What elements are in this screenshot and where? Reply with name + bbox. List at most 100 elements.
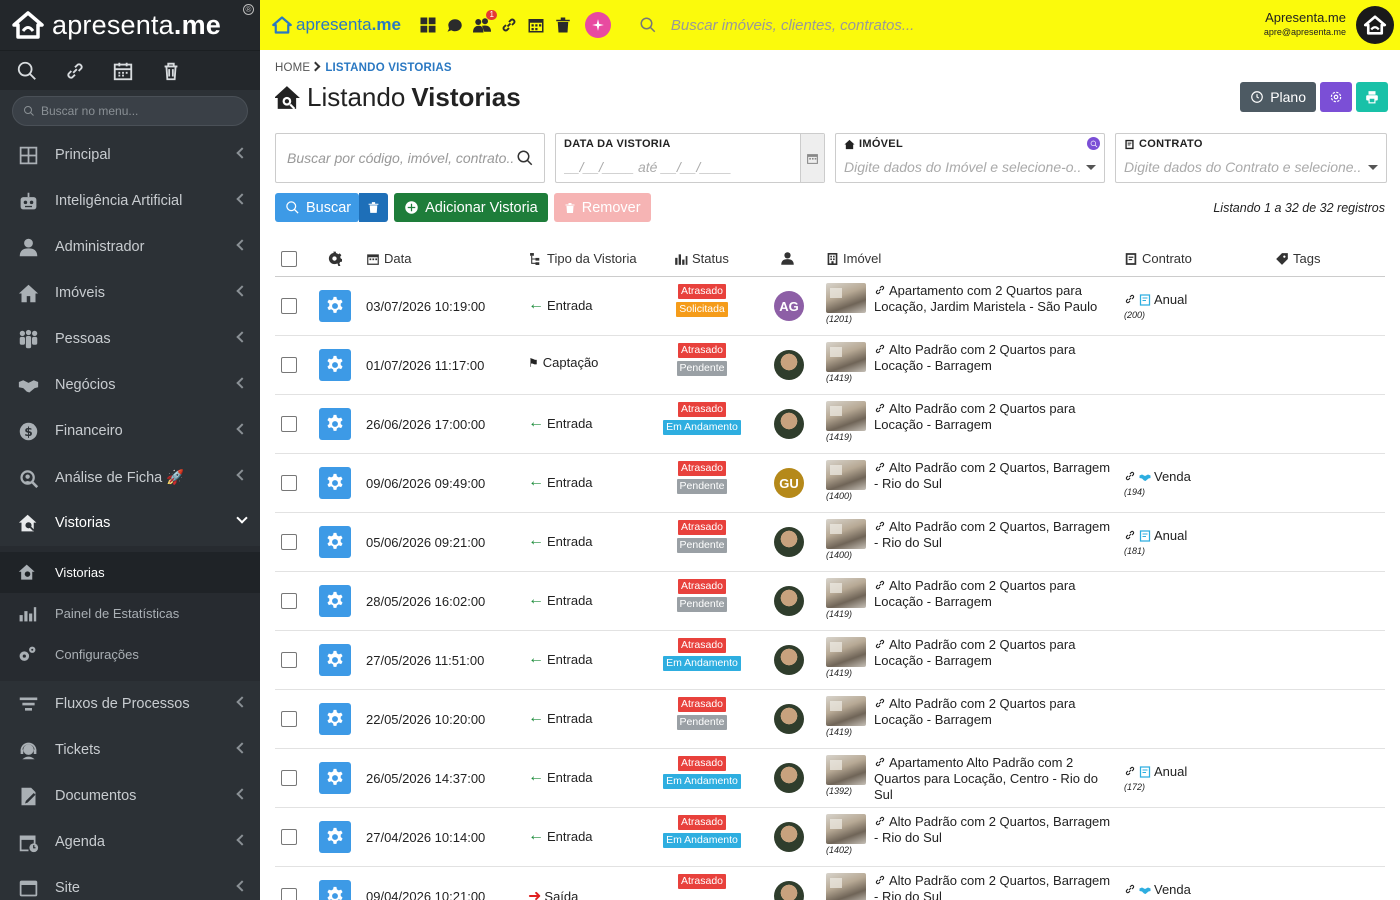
property-cell[interactable]: (1400) Alto Padrão com 2 Quartos, Barrage… [826, 460, 1114, 501]
print-button[interactable] [1356, 82, 1388, 112]
row-settings-button[interactable] [319, 526, 351, 558]
avatar[interactable] [774, 586, 804, 616]
contract-cell[interactable]: Venda (194) [1124, 469, 1191, 497]
row-checkbox[interactable] [281, 652, 297, 668]
row-settings-button[interactable] [319, 644, 351, 676]
row-checkbox[interactable] [281, 475, 297, 491]
row-settings-button[interactable] [319, 880, 351, 900]
chat-icon[interactable] [446, 16, 465, 35]
people-icon[interactable]: 1 [473, 9, 497, 35]
avatar[interactable] [774, 704, 804, 734]
property-thumbnail[interactable] [826, 814, 866, 844]
row-settings-button[interactable] [319, 290, 351, 322]
property-cell[interactable]: (1419) Alto Padrão com 2 Quartos para Loc… [826, 637, 1114, 678]
property-cell[interactable]: (1402) Alto Padrão com 2 Quartos, Barrage… [826, 814, 1114, 855]
sidebar-item-pessoas[interactable]: Pessoas [0, 316, 260, 362]
contract-cell[interactable]: Anual (181) [1124, 528, 1187, 556]
table-row[interactable]: 09/04/2026 10:21:00 ➜ Saída Atrasado Alto Pa… [275, 867, 1385, 900]
property-thumbnail[interactable] [826, 342, 866, 372]
avatar[interactable] [774, 822, 804, 852]
contract-cell[interactable]: Venda [1124, 882, 1191, 897]
avatar[interactable] [774, 645, 804, 675]
calendar-icon[interactable] [800, 134, 824, 182]
avatar[interactable]: GU [774, 468, 804, 498]
property-thumbnail[interactable] [826, 460, 866, 490]
row-settings-button[interactable] [319, 349, 351, 381]
row-checkbox[interactable] [281, 593, 297, 609]
sidebar-item-administrador[interactable]: Administrador [0, 224, 260, 270]
remove-button[interactable]: Remover [553, 193, 651, 222]
table-row[interactable]: 01/07/2026 11:17:00 ⚑ Captação Atrasado Pend… [275, 336, 1385, 395]
table-row[interactable]: 27/05/2026 11:51:00 ← Entrada Atrasado Em An… [275, 631, 1385, 690]
table-row[interactable]: 03/07/2026 10:19:00 ← Entrada Atrasado Solic… [275, 277, 1385, 336]
vistoria-search-input[interactable]: Buscar por código, imóvel, contrato... [275, 133, 545, 183]
row-settings-button[interactable] [319, 408, 351, 440]
sidebar-item-agenda[interactable]: Agenda [0, 819, 260, 865]
avatar[interactable]: AG [774, 291, 804, 321]
sidebar-item-documentos[interactable]: Documentos [0, 773, 260, 819]
trash-icon[interactable] [160, 60, 182, 82]
sidebar-item-tickets[interactable]: Tickets [0, 727, 260, 773]
property-cell[interactable]: (1400) Alto Padrão com 2 Quartos, Barrage… [826, 519, 1114, 560]
user-info[interactable]: Apresenta.me apre@apresenta.me [1264, 10, 1346, 37]
row-checkbox[interactable] [281, 829, 297, 845]
table-row[interactable]: 28/05/2026 16:02:00 ← Entrada Atrasado Pende… [275, 572, 1385, 631]
contrato-filter[interactable]: CONTRATO Digite dados do Contrato e sele… [1115, 133, 1387, 183]
contract-cell[interactable]: Anual (172) [1124, 764, 1187, 792]
select-all-checkbox[interactable] [281, 250, 297, 267]
table-row[interactable]: 22/05/2026 10:20:00 ← Entrada Atrasado Pende… [275, 690, 1385, 749]
table-row[interactable]: 09/06/2026 09:49:00 ← Entrada Atrasado Pende… [275, 454, 1385, 513]
row-checkbox[interactable] [281, 534, 297, 550]
avatar[interactable] [774, 350, 804, 380]
property-cell[interactable]: (1392) Apartamento Alto Padrão com 2 Quar… [826, 755, 1114, 803]
sidebar-item-negocios[interactable]: Negócios [0, 362, 260, 408]
row-settings-button[interactable] [319, 762, 351, 794]
header-tipo[interactable]: Tipo da Vistoria [547, 251, 637, 266]
calendar-icon[interactable] [527, 16, 546, 35]
link-icon[interactable] [500, 16, 519, 35]
table-row[interactable]: 27/04/2026 10:14:00 ← Entrada Atrasado Em An… [275, 808, 1385, 867]
dashboard-icon[interactable] [419, 16, 438, 35]
property-thumbnail[interactable] [826, 401, 866, 431]
date-range-filter[interactable]: DATA DA VISTORIA __/__/____ até __/__/__… [555, 133, 825, 183]
trash-icon[interactable] [554, 16, 573, 35]
submenu-item-configuracoes[interactable]: Configurações [0, 634, 260, 675]
row-settings-button[interactable] [319, 467, 351, 499]
property-cell[interactable]: (1201) Apartamento com 2 Quartos para Loc… [826, 283, 1114, 324]
header-data[interactable]: Data [384, 251, 411, 266]
contract-cell[interactable]: Anual (200) [1124, 292, 1187, 320]
sidebar-item-site[interactable]: Site [0, 865, 260, 900]
sidebar-item-fluxos[interactable]: Fluxos de Processos [0, 681, 260, 727]
property-thumbnail[interactable] [826, 283, 866, 313]
property-thumbnail[interactable] [826, 696, 866, 726]
property-thumbnail[interactable] [826, 578, 866, 608]
sidebar-search-input[interactable]: Buscar no menu... [12, 96, 248, 126]
row-checkbox[interactable] [281, 298, 297, 314]
row-checkbox[interactable] [281, 416, 297, 432]
property-cell[interactable]: (1419) Alto Padrão com 2 Quartos para Loc… [826, 342, 1114, 383]
sidebar-item-principal[interactable]: Principal [0, 132, 260, 178]
avatar[interactable] [774, 881, 804, 900]
sidebar-item-vistorias[interactable]: Vistorias [0, 500, 260, 546]
submenu-item-estatisticas[interactable]: Painel de Estatísticas [0, 593, 260, 634]
row-checkbox[interactable] [281, 711, 297, 727]
property-cell[interactable]: (1419) Alto Padrão com 2 Quartos para Loc… [826, 401, 1114, 442]
table-row[interactable]: 26/06/2026 17:00:00 ← Entrada Atrasado Em An… [275, 395, 1385, 454]
calendar-icon[interactable] [112, 60, 134, 82]
table-row[interactable]: 26/05/2026 14:37:00 ← Entrada Atrasado Em An… [275, 749, 1385, 808]
top-logo[interactable]: apresenta .me [272, 15, 401, 35]
row-settings-button[interactable] [319, 585, 351, 617]
avatar[interactable] [774, 409, 804, 439]
link-icon[interactable] [64, 60, 86, 82]
avatar[interactable] [774, 527, 804, 557]
breadcrumb-home[interactable]: HOME [275, 62, 310, 74]
buscar-button[interactable]: Buscar [275, 193, 360, 222]
row-checkbox[interactable] [281, 770, 297, 786]
table-row[interactable]: 05/06/2026 09:21:00 ← Entrada Atrasado Pende… [275, 513, 1385, 572]
add-vistoria-button[interactable]: Adicionar Vistoria [394, 193, 548, 222]
property-thumbnail[interactable] [826, 637, 866, 667]
user-avatar[interactable] [1356, 6, 1394, 44]
settings-button[interactable] [1320, 82, 1352, 112]
property-thumbnail[interactable] [826, 755, 866, 785]
sidebar-item-financeiro[interactable]: $ Financeiro [0, 408, 260, 454]
